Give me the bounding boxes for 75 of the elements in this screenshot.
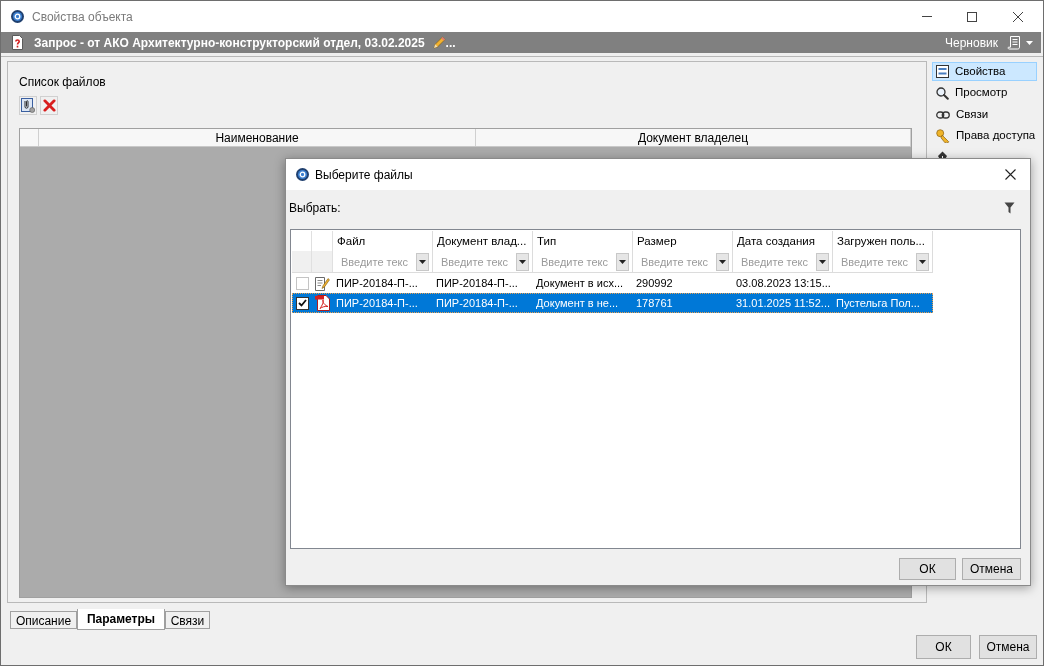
sidebar-item[interactable]: Связи [932, 105, 1037, 124]
sidebar-item[interactable]: Просмотр [932, 83, 1037, 103]
delete-icon [42, 99, 56, 112]
document-pencil-icon [315, 275, 330, 291]
tab[interactable]: Связи [165, 611, 210, 629]
checkbox[interactable] [295, 296, 309, 310]
close-icon[interactable] [1005, 169, 1016, 180]
caret-icon [419, 259, 426, 264]
ok-button[interactable]: ОК [899, 558, 956, 580]
column-header[interactable]: Дата создания [733, 231, 832, 251]
app-logo-icon [296, 168, 309, 181]
chain-icon [936, 110, 950, 119]
ok-button[interactable]: ОК [916, 635, 971, 659]
tab[interactable]: Описание [10, 611, 77, 629]
table-cell-text: ПИР-20184-П-... [335, 276, 419, 291]
sidebar-item[interactable]: Свойства [932, 62, 1037, 81]
files-label: Список файлов [19, 75, 106, 89]
ellipsis-text[interactable]: ... [445, 33, 456, 52]
sidebar-item[interactable]: Права доступа [932, 126, 1037, 146]
close-icon[interactable] [1013, 11, 1023, 22]
maximize-icon[interactable] [967, 11, 977, 22]
pdf-icon [315, 295, 330, 311]
column-header[interactable]: Файл [333, 231, 432, 251]
table-cell-text: 290992 [635, 276, 674, 291]
object-title: Запрос - от АКО Архитектурно-конструкторский отдел, 03.02.2025 [34, 34, 425, 52]
table-cell-text: ПИР-20184-П-... [435, 276, 519, 291]
column-header[interactable]: Размер [633, 231, 732, 251]
column-header[interactable]: Документ влад... [433, 231, 532, 251]
table-cell-text: 31.01.2025 11:52... [735, 296, 831, 311]
key-icon [936, 128, 950, 144]
dialog-title: Выберите файлы [315, 166, 413, 184]
document-question-icon [12, 35, 23, 50]
caret-icon [519, 259, 526, 264]
table-cell-text: Пустельга Пол... [835, 296, 921, 311]
column-header[interactable]: Загружен поль... [833, 231, 932, 251]
column-header[interactable]: Тип [533, 231, 632, 251]
table-cell-text: 03.08.2023 13:15... [735, 276, 832, 291]
attach-button[interactable] [19, 96, 37, 115]
pencil-icon [432, 36, 446, 49]
dropdown-button[interactable] [516, 252, 529, 271]
dropdown-button[interactable] [716, 252, 729, 271]
paperclip-icon [21, 98, 35, 113]
dropdown-button[interactable] [416, 252, 429, 271]
file-row[interactable]: ПИР-20184-П-... ПИР-20184-П-... Документ в не... 178761 31.01.2025 11:52... Пустельга Пол... [292, 293, 933, 313]
form-icon [936, 65, 949, 78]
table-cell-text: Документ в исх... [535, 276, 625, 291]
delete-button[interactable] [40, 96, 58, 115]
status-label: Черновик [945, 34, 998, 52]
dropdown-button[interactable] [916, 252, 929, 271]
search-icon [936, 86, 949, 100]
app-logo-icon [11, 10, 24, 23]
table-cell-text: 178761 [635, 296, 674, 311]
dropdown-button[interactable] [816, 252, 829, 271]
cancel-button[interactable]: Отмена [979, 635, 1037, 659]
column-header[interactable]: Документ владелец [476, 129, 911, 146]
table-cell-text: ПИР-20184-П-... [435, 296, 519, 311]
table-cell-text: Документ в не... [535, 296, 620, 311]
file-row[interactable]: ПИР-20184-П-... ПИР-20184-П-... Документ в исх... 290992 03.08.2023 13:15... [292, 273, 933, 293]
caret-icon [819, 259, 826, 264]
column-header[interactable]: Наименование [39, 129, 476, 146]
caret-icon[interactable] [1026, 40, 1033, 45]
window-title: Свойства объекта [32, 8, 133, 26]
header-cell [312, 251, 332, 272]
filter-icon[interactable] [1004, 202, 1015, 214]
header-cell [292, 251, 311, 272]
tick-icon [297, 299, 307, 307]
cancel-button[interactable]: Отмена [962, 558, 1021, 580]
caret-icon [719, 259, 726, 264]
dropdown-button[interactable] [616, 252, 629, 271]
caret-icon [619, 259, 626, 264]
caret-icon [919, 259, 926, 264]
select-label: Выбрать: [289, 200, 341, 217]
table-cell-text: ПИР-20184-П-... [335, 296, 419, 311]
scroll-icon[interactable] [1007, 35, 1021, 50]
tab[interactable]: Параметры [77, 609, 165, 630]
